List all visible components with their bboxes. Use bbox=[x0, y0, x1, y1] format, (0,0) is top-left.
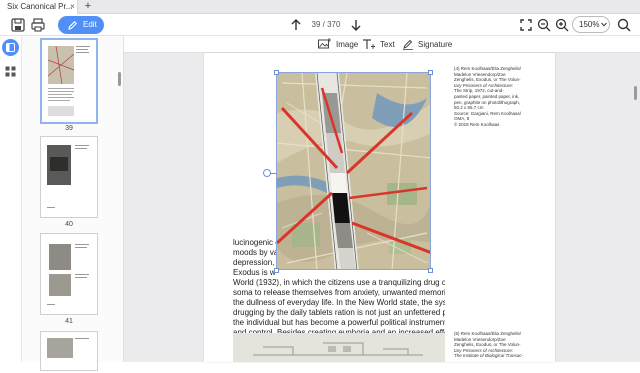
text-tool-label: Text bbox=[380, 40, 395, 49]
chevron-down-icon bbox=[601, 22, 607, 27]
print-icon[interactable] bbox=[30, 17, 46, 33]
zoom-level-select[interactable]: 150% bbox=[572, 16, 610, 33]
tab-bar bbox=[0, 0, 640, 14]
zoom-level-value: 150% bbox=[579, 20, 600, 29]
thumbnails-panel-button[interactable] bbox=[2, 39, 19, 56]
edit-button-label: Edit bbox=[83, 20, 97, 29]
resize-handle-top-right[interactable] bbox=[428, 70, 433, 75]
tab-close-button[interactable]: × bbox=[70, 0, 78, 14]
exodus-map-collage bbox=[277, 73, 430, 269]
document-scrollbar[interactable] bbox=[634, 86, 637, 100]
figure-caption-5: (5) Rem Koolhaas/Elia Zenghelis/ Madelon… bbox=[454, 331, 523, 359]
thumbnail-preview bbox=[47, 244, 89, 305]
figure-caption-4: (4) Rem Koolhaas/Elia Zenghelis/ Madelon… bbox=[454, 66, 522, 127]
page-thumbnail-39[interactable] bbox=[40, 38, 98, 124]
page-thumbnail-41[interactable] bbox=[40, 233, 98, 315]
figure-5-image bbox=[233, 333, 445, 362]
resize-handle-bottom-left[interactable] bbox=[274, 268, 279, 273]
grid-view-icon[interactable] bbox=[5, 66, 16, 77]
thumbnail-preview bbox=[47, 338, 89, 358]
image-icon bbox=[318, 38, 331, 49]
resize-handle-bottom-right[interactable] bbox=[428, 268, 433, 273]
edit-button[interactable]: Edit bbox=[58, 16, 104, 34]
pencil-icon bbox=[68, 21, 77, 30]
signature-tool[interactable]: Signature bbox=[402, 38, 462, 51]
image-tool-label: Image bbox=[336, 40, 359, 49]
previous-page-icon[interactable] bbox=[288, 17, 304, 33]
panel-icon bbox=[6, 43, 15, 52]
architectural-drawing bbox=[233, 333, 445, 362]
signature-icon bbox=[403, 39, 413, 50]
signature-tool-label: Signature bbox=[418, 40, 453, 49]
zoom-out-icon[interactable] bbox=[536, 17, 552, 33]
tab-title: Six Canonical Pr... bbox=[7, 2, 73, 11]
thumbnail-scrollbar[interactable] bbox=[118, 72, 121, 86]
document-tab[interactable]: Six Canonical Pr... bbox=[0, 0, 78, 14]
left-rail bbox=[0, 36, 22, 362]
thumbnail-number: 39 bbox=[65, 125, 73, 132]
current-page: 39 bbox=[311, 20, 321, 29]
search-icon[interactable] bbox=[616, 17, 632, 33]
page-number-display[interactable]: 39 / 370 bbox=[308, 18, 344, 32]
total-pages: 370 bbox=[327, 20, 341, 29]
next-page-icon[interactable] bbox=[348, 17, 364, 33]
thumbnail-number: 41 bbox=[65, 318, 73, 325]
figure-4-map-image[interactable] bbox=[276, 72, 431, 270]
page-thumbnail-42[interactable] bbox=[40, 331, 98, 371]
thumbnail-preview bbox=[47, 145, 89, 208]
new-tab-button[interactable]: + bbox=[82, 0, 94, 14]
thumbnail-number: 40 bbox=[65, 221, 73, 228]
zoom-in-icon[interactable] bbox=[554, 17, 570, 33]
fit-page-icon[interactable] bbox=[518, 17, 534, 33]
save-icon[interactable] bbox=[10, 17, 26, 33]
page-thumbnail-40[interactable] bbox=[40, 136, 98, 218]
rotate-handle-line bbox=[270, 173, 276, 174]
resize-handle-top-left[interactable] bbox=[274, 70, 279, 75]
insert-text-tool[interactable]: Text bbox=[362, 38, 402, 51]
text-icon bbox=[363, 39, 375, 49]
thumbnail-preview bbox=[47, 45, 90, 116]
